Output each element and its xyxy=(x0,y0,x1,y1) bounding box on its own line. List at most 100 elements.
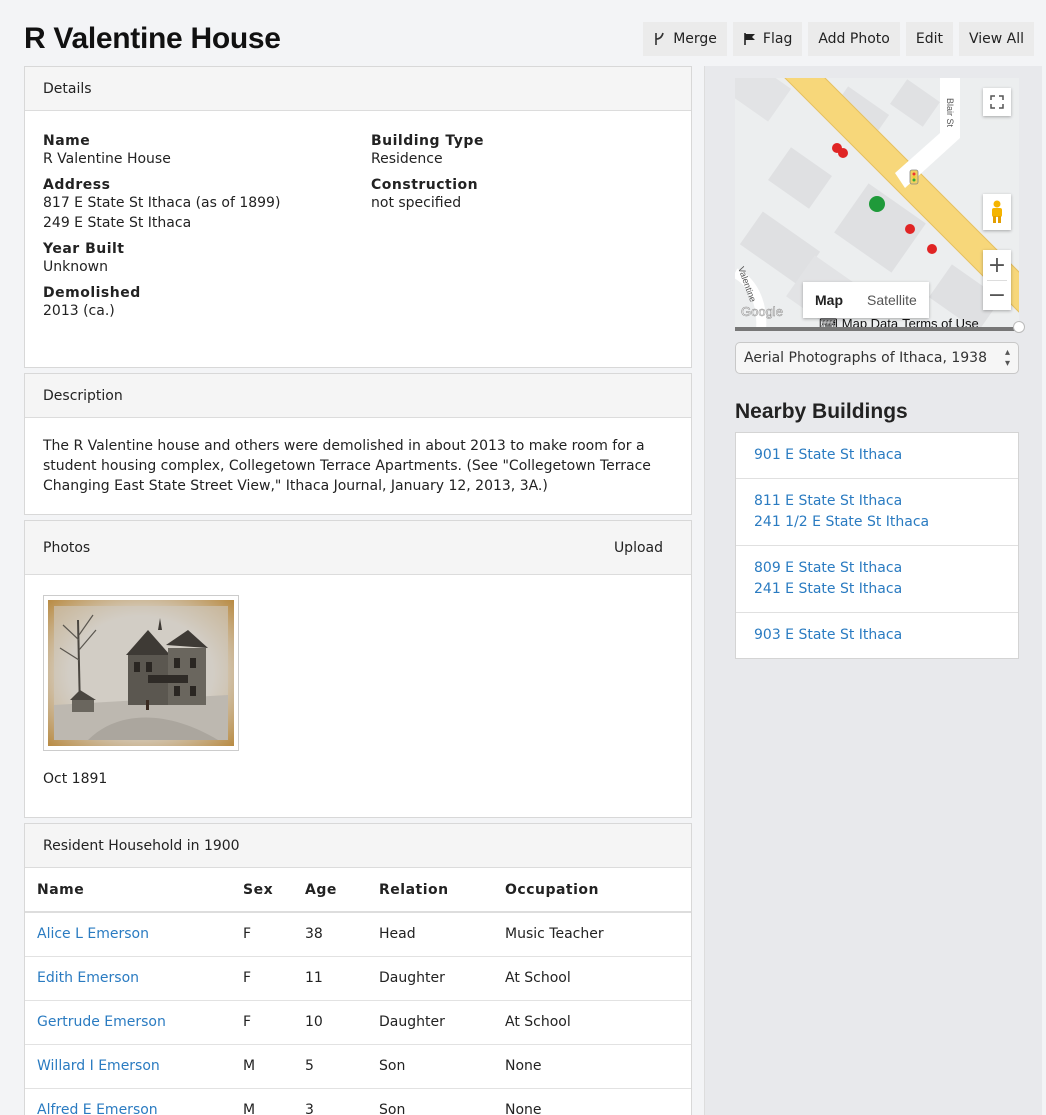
table-row: Alice L Emerson F 38 Head Music Teacher xyxy=(25,911,691,956)
resident-age: 38 xyxy=(295,911,369,956)
photo-thumbnail[interactable] xyxy=(43,595,239,751)
details-right-column: Building Type Residence Construction not… xyxy=(371,133,484,213)
map-street-label: Blair St xyxy=(945,98,955,128)
column-header-name: Name xyxy=(25,868,233,913)
description-heading-text: Description xyxy=(43,387,123,404)
house-photo-image xyxy=(48,600,234,746)
nearby-address-line: 903 E State St Ithaca xyxy=(754,627,903,643)
address-line-1: 817 E State St Ithaca (as of 1899) xyxy=(43,195,281,211)
zoom-controls: + − xyxy=(983,250,1011,310)
layer-select-value: Aerial Photographs of Ithaca, 1938 xyxy=(744,350,987,366)
toolbar: Merge Flag Add Photo Edit View All xyxy=(643,22,1034,56)
map-type-map-button[interactable]: Map xyxy=(803,282,855,318)
resident-relation: Son xyxy=(369,1087,495,1115)
nearby-address-line: 901 E State St Ithaca xyxy=(754,447,903,463)
resident-name-link[interactable]: Willard I Emerson xyxy=(25,1043,233,1088)
upload-button[interactable]: Upload xyxy=(614,540,663,556)
opacity-slider-handle[interactable] xyxy=(1013,321,1025,333)
nearby-address-line: 809 E State St Ithaca xyxy=(754,560,903,576)
name-label: Name xyxy=(43,133,91,149)
residents-heading: Resident Household in 1900 xyxy=(25,824,691,868)
edit-button[interactable]: Edit xyxy=(905,22,953,56)
resident-name-link[interactable]: Edith Emerson xyxy=(25,955,233,1000)
view-all-button[interactable]: View All xyxy=(958,22,1034,56)
details-heading: Details xyxy=(25,67,691,111)
map-type-satellite-button[interactable]: Satellite xyxy=(855,282,929,318)
fullscreen-button[interactable] xyxy=(983,88,1011,116)
merge-button[interactable]: Merge xyxy=(643,22,727,56)
zoom-out-button[interactable]: − xyxy=(988,281,1006,310)
resident-occupation: At School xyxy=(495,999,691,1044)
flag-button[interactable]: Flag xyxy=(732,22,803,56)
resident-age: 11 xyxy=(295,955,369,1000)
resident-sex: F xyxy=(233,955,295,1000)
column-header-occupation: Occupation xyxy=(495,868,691,913)
building-type-label: Building Type xyxy=(371,133,484,149)
resident-age: 3 xyxy=(295,1087,369,1115)
resident-sex: F xyxy=(233,999,295,1044)
zoom-in-button[interactable]: + xyxy=(988,250,1006,280)
photos-panel: Photos Upload Oct 1891 xyxy=(24,520,692,818)
demolished-label: Demolished xyxy=(43,285,141,301)
photos-heading: Photos Upload xyxy=(25,521,691,575)
list-item[interactable]: 901 E State St Ithaca xyxy=(736,433,1018,479)
merge-icon xyxy=(655,32,664,45)
resident-sex: M xyxy=(233,1043,295,1088)
resident-sex: M xyxy=(233,1087,295,1115)
building-type-value: Residence xyxy=(371,151,443,167)
resident-relation: Daughter xyxy=(369,955,495,1000)
opacity-slider[interactable] xyxy=(735,321,1025,333)
header: R Valentine House Merge Flag Add Photo E… xyxy=(0,0,1046,66)
nearby-address-line: 241 E State St Ithaca xyxy=(754,581,903,597)
column-header-relation: Relation xyxy=(369,868,495,913)
resident-name-link[interactable]: Alfred E Emerson xyxy=(25,1087,233,1115)
demolished-value: 2013 (ca.) xyxy=(43,303,115,319)
resident-occupation: None xyxy=(495,1043,691,1088)
resident-name-link[interactable]: Gertrude Emerson xyxy=(25,999,233,1044)
resident-occupation: None xyxy=(495,1087,691,1115)
year-built-label: Year Built xyxy=(43,241,125,257)
column-header-age: Age xyxy=(295,868,369,913)
street-view-pegman[interactable] xyxy=(983,194,1011,230)
resident-occupation: At School xyxy=(495,955,691,1000)
details-panel: Details Name R Valentine House Address 8… xyxy=(24,66,692,368)
photos-heading-text: Photos xyxy=(43,539,91,556)
map[interactable]: Blair St Valentine Google + − Map Satell… xyxy=(735,78,1019,328)
resident-sex: F xyxy=(233,911,295,956)
resident-relation: Head xyxy=(369,911,495,956)
layer-select[interactable]: Aerial Photographs of Ithaca, 1938 ▴ ▾ xyxy=(735,342,1019,374)
add-photo-button[interactable]: Add Photo xyxy=(808,22,900,56)
merge-label: Merge xyxy=(673,31,717,47)
table-row: Willard I Emerson M 5 Son None xyxy=(25,1043,691,1088)
table-row: Edith Emerson F 11 Daughter At School xyxy=(25,955,691,1000)
map-type-control: Map Satellite xyxy=(803,282,929,318)
resident-name-link[interactable]: Alice L Emerson xyxy=(25,911,233,956)
google-logo: Google xyxy=(741,304,783,319)
address-line-2: 249 E State St Ithaca xyxy=(43,215,192,231)
table-header-row: Name Sex Age Relation Occupation xyxy=(25,868,691,913)
list-item[interactable]: 903 E State St Ithaca xyxy=(736,613,1018,658)
page-title: R Valentine House xyxy=(24,22,281,55)
resident-occupation: Music Teacher xyxy=(495,911,691,956)
residents-panel: Resident Household in 1900 Name Sex Age … xyxy=(24,823,692,1115)
pegman-icon xyxy=(992,200,1002,223)
table-row: Alfred E Emerson M 3 Son None xyxy=(25,1087,691,1115)
name-value: R Valentine House xyxy=(43,151,171,167)
residents-table: Name Sex Age Relation Occupation Alice L… xyxy=(25,868,691,1115)
construction-value: not specified xyxy=(371,195,462,211)
list-item[interactable]: 811 E State St Ithaca 241 1/2 E State St… xyxy=(736,479,1018,546)
nearby-buildings-heading: Nearby Buildings xyxy=(735,400,908,423)
nearby-address-line: 811 E State St Ithaca xyxy=(754,493,903,509)
resident-age: 10 xyxy=(295,999,369,1044)
description-text: The R Valentine house and others were de… xyxy=(43,438,651,494)
list-item[interactable]: 809 E State St Ithaca 241 E State St Ith… xyxy=(736,546,1018,613)
photo-caption: Oct 1891 xyxy=(43,771,108,787)
flag-label: Flag xyxy=(762,31,793,47)
construction-label: Construction xyxy=(371,177,479,193)
column-header-sex: Sex xyxy=(233,868,295,913)
table-row: Gertrude Emerson F 10 Daughter At School xyxy=(25,999,691,1044)
residents-heading-text: Resident Household in 1900 xyxy=(43,837,240,854)
year-built-value: Unknown xyxy=(43,259,108,275)
flag-icon xyxy=(744,33,755,45)
fullscreen-icon xyxy=(990,95,1004,109)
